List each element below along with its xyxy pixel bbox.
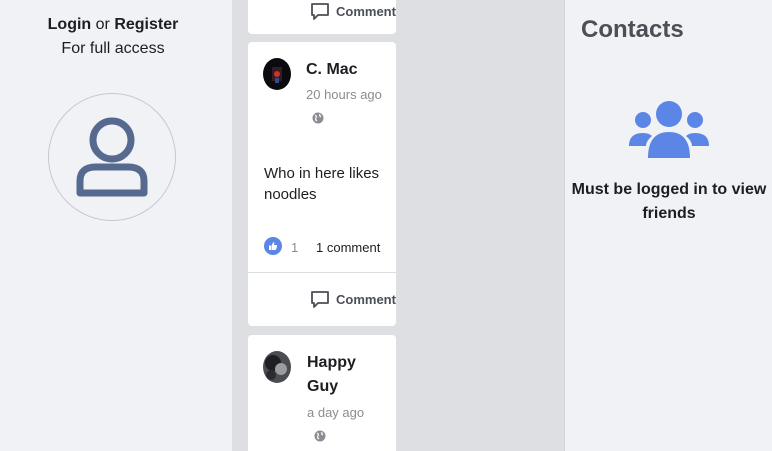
contacts-title: Contacts xyxy=(581,16,684,43)
post-card: Comment xyxy=(248,0,396,34)
comment-icon xyxy=(311,3,329,20)
comment-icon xyxy=(311,291,329,308)
users-group-icon xyxy=(629,101,709,158)
post-timestamp[interactable]: 20 hours ago xyxy=(306,87,382,102)
or-text: or xyxy=(95,16,110,33)
post-body: Who in here likes noodles xyxy=(264,165,380,203)
post-author[interactable]: C. Mac xyxy=(306,58,358,82)
like-count: 1 xyxy=(291,240,299,255)
globe-icon xyxy=(312,112,324,124)
post-divider xyxy=(248,272,396,273)
globe-icon xyxy=(314,430,326,442)
auth-subtitle: For full access xyxy=(61,40,165,57)
left-sidebar: Login or Register For full access xyxy=(0,0,232,451)
comment-button-label: Comment xyxy=(336,3,396,19)
login-link[interactable]: Login xyxy=(48,16,92,33)
author-avatar[interactable] xyxy=(263,58,291,90)
like-reaction[interactable] xyxy=(264,237,282,255)
post-timestamp[interactable]: a day ago xyxy=(307,405,364,420)
register-link[interactable]: Register xyxy=(114,16,178,33)
comment-button[interactable]: Comment xyxy=(310,290,396,308)
auth-prompt: Login or Register xyxy=(0,16,226,34)
contacts-panel: Contacts Must be logged in to view frien… xyxy=(564,0,772,451)
login-required-message: Must be logged in to view friends xyxy=(571,181,767,222)
news-feed: Comment C. Mac 20 hours ago Who in here … xyxy=(232,0,564,451)
thumbs-up-icon xyxy=(269,242,278,250)
post-card: C. Mac 20 hours ago Who in here likes no… xyxy=(248,42,396,326)
profile-avatar[interactable] xyxy=(48,93,176,221)
comment-button-label: Comment xyxy=(336,291,396,307)
post-card: Happy Guy a day ago xyxy=(248,335,396,451)
comment-button[interactable]: Comment xyxy=(310,2,396,20)
user-outline-icon xyxy=(76,117,148,197)
comment-count[interactable]: 1 comment xyxy=(316,240,380,255)
author-avatar[interactable] xyxy=(263,351,291,383)
post-author[interactable]: Happy Guy xyxy=(307,351,387,399)
